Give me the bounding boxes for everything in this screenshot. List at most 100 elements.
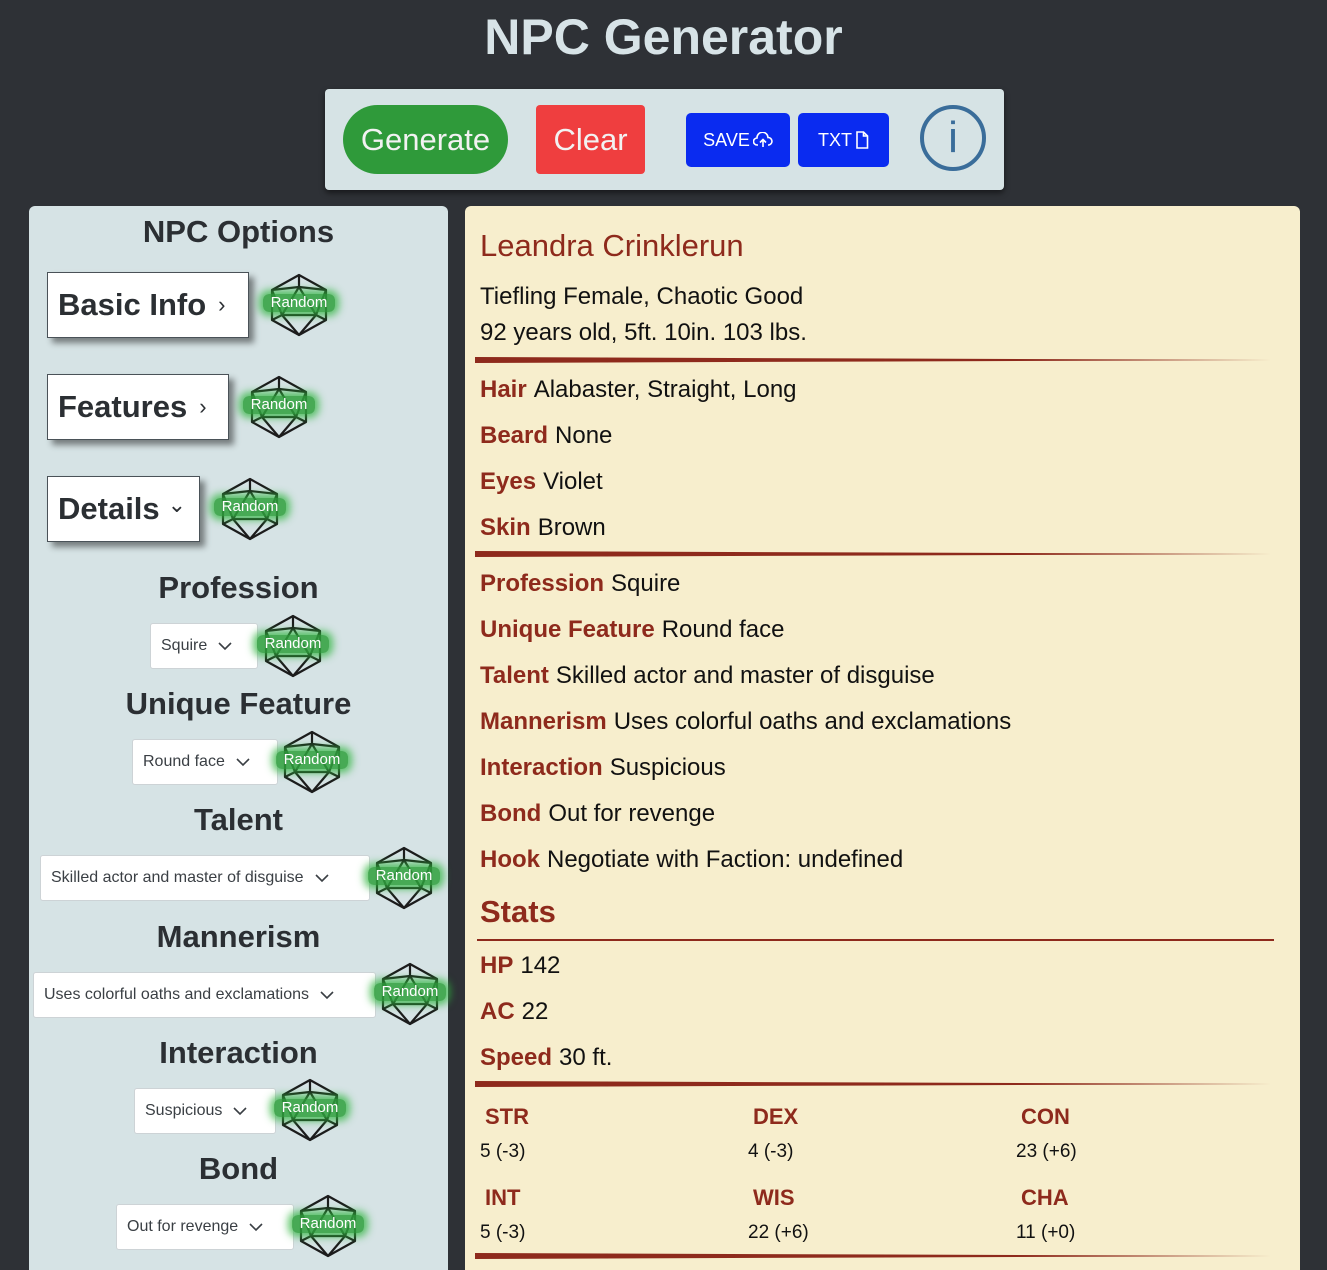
mannerism-random-button[interactable]: Random: [374, 962, 446, 1026]
section-divider: [475, 1081, 1280, 1087]
ability-str-value: 5 (-3): [480, 1141, 526, 1162]
talent-row: Talent Skilled actor and master of disgui…: [480, 662, 935, 689]
ability-con-value: 23 (+6): [1016, 1141, 1077, 1162]
random-label: Random: [276, 751, 348, 769]
toolbar: Generate Clear SAVE TXT i: [325, 89, 1004, 190]
cloud-upload-icon: [752, 132, 773, 147]
save-button[interactable]: SAVE: [686, 113, 790, 167]
save-button-label: SAVE: [703, 129, 750, 150]
chevron-down-icon: [233, 1107, 247, 1116]
unique-feature-select[interactable]: Round face: [132, 739, 278, 785]
skin-row: Skin Brown: [480, 514, 606, 541]
talent-label: Talent: [194, 802, 283, 837]
chevron-down-icon: [315, 874, 329, 883]
stats-rule: [477, 939, 1274, 941]
ac-row: AC 22: [480, 998, 549, 1025]
chevron-down-icon: [236, 758, 250, 767]
section-divider: [475, 357, 1280, 363]
txt-button-label: TXT: [818, 129, 852, 150]
chevron-down-icon: ⌄: [167, 492, 187, 517]
talent-select-value: Skilled actor and master of disguise: [51, 869, 304, 886]
unique-feature-random-button[interactable]: Random: [276, 730, 348, 794]
interaction-row: Interaction Suspicious: [480, 754, 726, 781]
npc-name: Leandra Crinklerun: [480, 228, 744, 263]
features-section-button[interactable]: Features ›: [47, 374, 229, 440]
unique-feature-select-value: Round face: [143, 753, 225, 770]
profession-select[interactable]: Squire: [150, 623, 258, 669]
mannerism-label: Mannerism: [156, 919, 321, 954]
info-icon: i: [948, 113, 958, 162]
hp-row: HP 142: [480, 952, 561, 979]
unique-feature-row: Unique Feature Round face: [480, 616, 785, 643]
file-icon: [856, 131, 869, 149]
details-random-button[interactable]: Random: [214, 477, 286, 541]
mannerism-select[interactable]: Uses colorful oaths and exclamations: [33, 972, 376, 1018]
basic-info-section-button[interactable]: Basic Info ›: [47, 272, 249, 338]
ability-int-value: 5 (-3): [480, 1222, 526, 1243]
basic-info-label: Basic Info: [58, 287, 207, 322]
npc-sheet: Leandra Crinklerun Tiefling Female, Chao…: [465, 206, 1300, 1270]
random-label: Random: [214, 498, 286, 516]
chevron-down-icon: [218, 642, 232, 651]
random-label: Random: [368, 867, 440, 885]
features-label: Features: [58, 389, 188, 424]
profession-select-value: Squire: [161, 637, 208, 654]
page-title: NPC Generator: [484, 9, 843, 65]
interaction-label: Interaction: [159, 1035, 318, 1070]
ability-wis-value: 22 (+6): [748, 1222, 809, 1243]
features-random-button[interactable]: Random: [243, 375, 315, 439]
details-label: Details: [58, 491, 160, 526]
npc-options-panel: NPC Options Basic Info › Random Features…: [29, 206, 448, 1270]
random-label: Random: [257, 635, 329, 653]
chevron-right-icon: ›: [199, 394, 207, 419]
details-section-button[interactable]: Details ⌄: [47, 476, 200, 542]
random-label: Random: [274, 1099, 346, 1117]
txt-button[interactable]: TXT: [798, 113, 889, 167]
bond-select-value: Out for revenge: [127, 1218, 239, 1235]
stats-title: Stats: [480, 894, 556, 929]
section-divider: [475, 1253, 1280, 1259]
hair-row: Hair Alabaster, Straight, Long: [480, 376, 797, 403]
mannerism-select-value: Uses colorful oaths and exclamations: [44, 986, 310, 1003]
ability-cha-name: CHA: [1021, 1185, 1069, 1210]
info-button[interactable]: i: [920, 105, 986, 171]
interaction-select[interactable]: Suspicious: [134, 1088, 276, 1134]
random-label: Random: [243, 396, 315, 414]
bond-label: Bond: [198, 1151, 279, 1186]
random-label: Random: [263, 294, 335, 312]
ability-int-name: INT: [485, 1185, 521, 1210]
ability-cha-value: 11 (+0): [1016, 1222, 1076, 1243]
unique-feature-label: Unique Feature: [125, 686, 352, 721]
generate-button[interactable]: Generate: [343, 105, 508, 174]
section-divider: [475, 551, 1280, 557]
ability-dex-value: 4 (-3): [748, 1141, 794, 1162]
profession-random-button[interactable]: Random: [257, 614, 329, 678]
basic-info-random-button[interactable]: Random: [263, 273, 335, 337]
bond-row: Bond Out for revenge: [480, 800, 716, 827]
random-label: Random: [292, 1215, 364, 1233]
clear-button[interactable]: Clear: [536, 105, 645, 174]
interaction-random-button[interactable]: Random: [274, 1078, 346, 1142]
beard-row: Beard None: [480, 422, 613, 449]
npc-options-title: NPC Options: [142, 214, 335, 249]
hook-row: Hook Negotiate with Faction: undefined: [480, 846, 904, 873]
ability-str-name: STR: [485, 1104, 529, 1129]
chevron-down-icon: [320, 991, 334, 1000]
profession-label: Profession: [158, 570, 319, 605]
profession-row: Profession Squire: [480, 570, 681, 597]
npc-vitals: 92 years old, 5ft. 10in. 103 lbs.: [480, 319, 807, 346]
random-label: Random: [374, 983, 446, 1001]
ability-con-name: CON: [1021, 1104, 1070, 1129]
npc-summary: Tiefling Female, Chaotic Good: [480, 283, 804, 310]
talent-random-button[interactable]: Random: [368, 846, 440, 910]
eyes-row: Eyes Violet: [480, 468, 603, 495]
ability-wis-name: WIS: [753, 1185, 795, 1210]
talent-select[interactable]: Skilled actor and master of disguise: [40, 855, 370, 901]
ability-dex-name: DEX: [753, 1104, 799, 1129]
bond-select[interactable]: Out for revenge: [116, 1204, 294, 1250]
chevron-down-icon: [249, 1223, 263, 1232]
chevron-right-icon: ›: [218, 292, 226, 317]
interaction-select-value: Suspicious: [145, 1102, 223, 1119]
bond-random-button[interactable]: Random: [292, 1194, 364, 1258]
mannerism-row: Mannerism Uses colorful oaths and exclama…: [480, 708, 1012, 735]
